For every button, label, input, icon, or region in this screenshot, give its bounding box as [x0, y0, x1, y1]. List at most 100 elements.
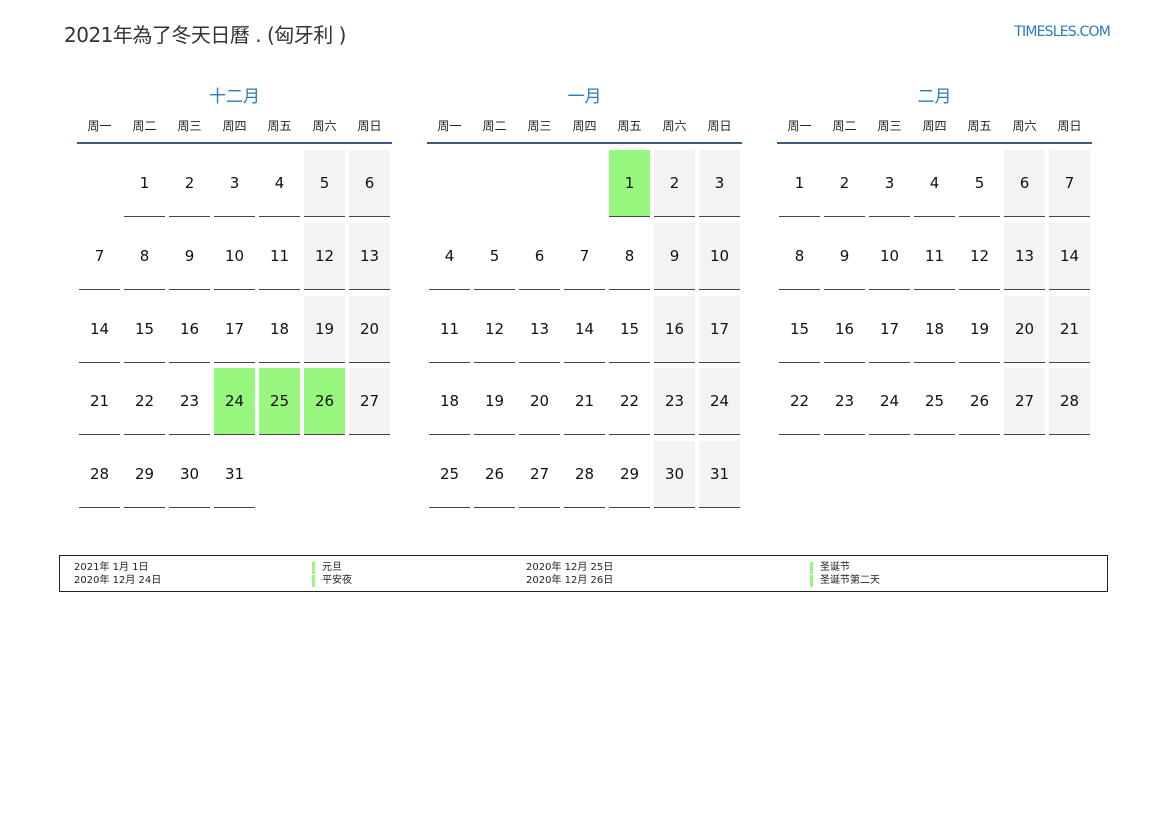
weekday-label: 周日 [707, 119, 732, 133]
weekday-label: 周三 [177, 119, 202, 133]
weekday-label: 周四 [222, 119, 247, 133]
day-cell: 20 [349, 295, 390, 363]
day-cell: 10 [699, 222, 740, 290]
week-row: 22 23 24 25 26 27 28 [777, 366, 1092, 439]
day-cell: 30 [169, 441, 210, 509]
weekday-label: 周四 [572, 119, 597, 133]
day-cell: 15 [609, 296, 650, 363]
day-grid: 1 2 3 4 5 6 7 8 9 10 11 12 13 14 15 16 17 18 19 20 21 22 23 24 2… [77, 148, 392, 512]
day-cell: 17 [699, 295, 740, 363]
weekday-label: 周一 [437, 119, 462, 133]
day-cell: 22 [124, 368, 165, 436]
holiday-legend: 2021年 1月 1日 元旦 2020年 12月 24日 平安夜 2020年 1… [59, 555, 1108, 592]
weekday-label: 周日 [357, 119, 382, 133]
day-cell: 9 [824, 223, 865, 290]
page-title: 2021年為了冬天日曆 . (匈牙利 ) [64, 23, 346, 47]
day-cell: 21 [79, 368, 120, 436]
day-cell: 19 [959, 296, 1000, 363]
day-cell: 2 [824, 150, 865, 217]
empty-day-cell [79, 150, 120, 217]
week-row: 123456 [77, 148, 392, 221]
day-cell: 21 [564, 368, 605, 436]
month-title: 十二月 [209, 87, 260, 107]
day-cell: 4 [259, 150, 300, 217]
weekday-label: 周二 [832, 119, 857, 133]
day-cell: 8 [609, 223, 650, 290]
week-row: 21 22 23 24 25 26 27 [77, 366, 392, 439]
day-grid: 1 2 3 4 5 6 7 8 9 10 11 12 13 14 15 16 17 18 19 20 21 22 23 24 2… [427, 148, 742, 512]
day-cell: 6 [1004, 150, 1045, 217]
day-cell: 14 [79, 296, 120, 363]
weekday-label: 周一 [87, 119, 112, 133]
day-cell: 7 [79, 223, 120, 290]
weekday-header: 周一 周二 周三 周四 周五 周六 周日 [427, 110, 742, 144]
day-cell: 12 [959, 223, 1000, 290]
day-cell: 2 [169, 150, 210, 217]
day-cell: 29 [609, 441, 650, 509]
weekday-label: 周三 [877, 119, 902, 133]
day-cell: 31 [214, 441, 255, 509]
week-row: 1234567 [777, 148, 1092, 221]
week-row: 4 5 6 7 8 9 10 [427, 221, 742, 294]
week-row: 25 26 27 28 29 30 31 [427, 439, 742, 512]
day-cell: 28 [79, 441, 120, 509]
day-cell: 30 [654, 441, 695, 509]
day-cell: 10 [869, 223, 910, 290]
empty-day-cell [349, 441, 390, 508]
day-cell: 6 [519, 223, 560, 290]
week-row: 14 15 16 17 18 19 20 [77, 294, 392, 367]
day-cell: 9 [169, 223, 210, 290]
weekday-label: 周五 [617, 119, 642, 133]
weekday-label: 周二 [482, 119, 507, 133]
week-row: 8 9 10 11 12 13 14 [777, 221, 1092, 294]
day-cell: 26 [474, 441, 515, 509]
day-cell: 25 [914, 368, 955, 436]
day-cell: 28 [1049, 368, 1090, 436]
day-cell: 1 [779, 150, 820, 217]
weekday-label: 周五 [967, 119, 992, 133]
weekday-label: 周一 [787, 119, 812, 133]
day-cell: 3 [699, 150, 740, 217]
brand-link[interactable]: TIMESLES.COM [1014, 24, 1111, 40]
day-cell: 17 [869, 296, 910, 363]
day-cell: 24 [699, 368, 740, 436]
day-cell: 7 [564, 223, 605, 290]
day-cell: 18 [914, 296, 955, 363]
day-cell: 19 [304, 295, 345, 363]
week-row: 15 16 17 18 19 20 21 [777, 294, 1092, 367]
months-container: 十二月 周一 周二 周三 周四 周五 周六 周日 1 2 3 4 5 6 7 8 9 10 11 12 13 14 15… [77, 84, 1092, 514]
day-cell: 12 [474, 296, 515, 363]
day-cell: 3 [214, 150, 255, 217]
day-cell: 20 [519, 368, 560, 436]
day-cell: 12 [304, 222, 345, 290]
empty-day-cell [564, 150, 605, 217]
day-cell: 11 [914, 223, 955, 290]
day-cell: 14 [1049, 222, 1090, 290]
day-cell: 13 [519, 296, 560, 363]
weekday-label: 周日 [1057, 119, 1082, 133]
day-cell: 17 [214, 296, 255, 363]
weekday-header: 周一 周二 周三 周四 周五 周六 周日 [777, 110, 1092, 144]
day-cell: 16 [654, 295, 695, 363]
day-cell: 22 [779, 368, 820, 436]
legend-holiday-name: 圣诞节第二天 [810, 575, 880, 587]
day-cell: 23 [169, 368, 210, 436]
day-cell: 20 [1004, 295, 1045, 363]
day-cell: 5 [474, 223, 515, 290]
day-cell: 1 [124, 150, 165, 217]
day-cell: 5 [959, 150, 1000, 217]
weekday-label: 周六 [1012, 119, 1037, 133]
empty-day-cell [519, 150, 560, 217]
month-december: 十二月 周一 周二 周三 周四 周五 周六 周日 1 2 3 4 5 6 7 8 9 10 11 12 13 14 15… [77, 84, 392, 512]
day-cell: 27 [1004, 368, 1045, 436]
day-cell: 14 [564, 296, 605, 363]
week-row: 7 8 9 10 11 12 13 [77, 221, 392, 294]
weekday-header: 周一 周二 周三 周四 周五 周六 周日 [77, 110, 392, 144]
day-cell: 8 [124, 223, 165, 290]
day-cell: 9 [654, 222, 695, 290]
legend-holiday-name: 圣诞节 [810, 562, 850, 574]
day-cell: 13 [349, 222, 390, 290]
day-cell: 26 [959, 368, 1000, 436]
day-cell: 23 [824, 368, 865, 436]
day-cell: 28 [564, 441, 605, 509]
